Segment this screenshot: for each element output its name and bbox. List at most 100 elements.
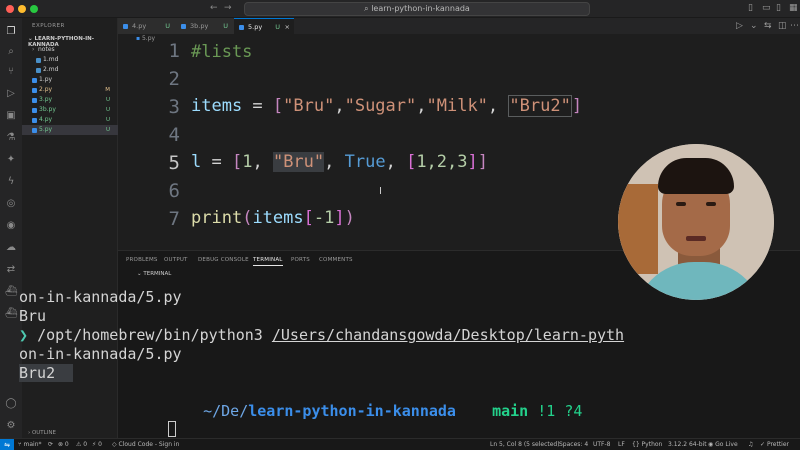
terminal-file-link[interactable]: /Users/chandansgowda/Desktop/learn-pyth <box>272 326 624 344</box>
tree-file-4py[interactable]: 4.py U <box>22 115 118 125</box>
language-mode-status[interactable]: {} Python <box>632 440 662 450</box>
python-interpreter-status[interactable]: 3.12.2 64-bit <box>668 440 707 450</box>
open-changes-icon[interactable]: ⇆ <box>764 21 772 31</box>
lightning-icon[interactable]: ϟ <box>5 176 17 188</box>
status-bar: ⇋ ⑂ main* ⟳ ⊗ 0 ⚠ 0 ⚡ 0 ◇ Cloud Code - S… <box>0 438 800 450</box>
tab-terminal[interactable]: TERMINAL <box>253 257 283 266</box>
python-file-icon <box>32 118 37 123</box>
settings-gear-icon[interactable]: ⚙ <box>5 420 17 432</box>
terminal-cursor <box>168 421 176 437</box>
python-file-icon <box>32 128 37 133</box>
line-number: 7 <box>168 208 180 230</box>
tree-folder-notes[interactable]: › notes <box>22 45 118 55</box>
line-number: 4 <box>168 124 180 146</box>
errors-status[interactable]: ⊗ 0 <box>58 440 69 450</box>
cursor-position-status[interactable]: Ln 5, Col 8 (5 selected) <box>490 440 560 450</box>
untracked-badge: U <box>105 97 110 103</box>
tab-debug-console[interactable]: DEBUG CONSOLE <box>198 257 249 263</box>
eol-status[interactable]: LF <box>618 440 625 450</box>
extensions-icon[interactable]: ▣ <box>5 110 17 122</box>
run-debug-icon[interactable]: ▷ <box>5 88 17 100</box>
minimize-window-button[interactable] <box>18 5 26 13</box>
code-line-3: items = ["Bru","Sugar","Milk", "Bru2"] <box>191 95 583 117</box>
modified-badge: M <box>105 87 110 93</box>
tab-3bpy[interactable]: 3b.py U <box>176 18 234 34</box>
untracked-badge: U <box>105 107 110 113</box>
tab-4py[interactable]: 4.py U <box>118 18 176 34</box>
line-number: 5 <box>168 152 180 174</box>
testing-icon[interactable]: ⚗ <box>5 132 17 144</box>
toggle-sidebar-icon[interactable]: ▯ <box>748 3 753 13</box>
markdown-file-icon <box>36 58 41 63</box>
command-center-search[interactable]: ⌕ learn-python-in-kannada <box>244 2 590 16</box>
ports-status[interactable]: ⚡ 0 <box>92 440 102 450</box>
ai-sparkle-icon[interactable]: ✦ <box>5 154 17 166</box>
split-editor-icon[interactable]: ◫ <box>778 21 787 31</box>
tree-file-1py[interactable]: 1.py <box>22 75 118 85</box>
warnings-status[interactable]: ⚠ 0 <box>76 440 87 450</box>
search-icon[interactable]: ⌕ <box>5 46 17 58</box>
braces-icon: {} <box>632 441 642 448</box>
source-control-icon[interactable]: ⑂ <box>5 66 17 78</box>
python-file-icon <box>32 78 37 83</box>
tree-file-3bpy[interactable]: 3b.py U <box>22 105 118 115</box>
tree-file-2py[interactable]: 2.py M <box>22 85 118 95</box>
tab-5py[interactable]: 5.py U × <box>234 18 294 34</box>
terminal-prompt-line[interactable]: ~/De/learn-python-in-kannada main !1 ?4 <box>176 402 582 420</box>
python-file-icon <box>239 25 244 30</box>
line-number: 1 <box>168 40 180 62</box>
explorer-title: EXPLORER <box>32 23 65 29</box>
tree-file-2md[interactable]: 2.md <box>22 65 118 75</box>
line-number: 3 <box>168 96 180 118</box>
python-file-icon <box>32 88 37 93</box>
code-line-7: print(items[-1]) <box>191 208 355 228</box>
account-icon[interactable]: ◯ <box>5 398 17 410</box>
prompt-chevron-icon: ❯ <box>19 326 29 344</box>
tree-file-3py[interactable]: 3.py U <box>22 95 118 105</box>
toggle-secondary-sidebar-icon[interactable]: ▯ <box>776 3 781 13</box>
prettier-status[interactable]: ✓ Prettier <box>760 440 789 450</box>
line-number: 6 <box>168 180 180 202</box>
chevron-down-icon[interactable]: ⌄ <box>750 21 758 31</box>
sync-icon[interactable]: ⟳ <box>48 440 53 450</box>
go-live-button[interactable]: ◉ Go Live <box>708 440 738 450</box>
explorer-icon[interactable]: ❐ <box>5 26 17 38</box>
remote-explorer-icon[interactable]: ◉ <box>5 220 17 232</box>
mouse-ibeam-cursor-icon: I <box>379 186 382 197</box>
code-line-1: #lists <box>191 42 253 62</box>
selected-text: "Bru" <box>272 152 325 172</box>
tab-problems[interactable]: PROBLEMS <box>126 257 158 263</box>
toggle-panel-icon[interactable]: ▭ <box>762 3 771 13</box>
docker-icon[interactable]: ⛴ <box>5 286 18 298</box>
notifications-bell-icon[interactable]: ♫ <box>748 440 753 450</box>
remote-indicator-icon[interactable]: ⇋ <box>0 439 14 450</box>
tab-ports[interactable]: PORTS <box>291 257 310 263</box>
tree-file-5py[interactable]: 5.py U <box>22 125 118 135</box>
outline-section[interactable]: › OUTLINE <box>28 430 56 436</box>
tree-file-1md[interactable]: 1.md <box>22 55 118 65</box>
forward-arrow-icon[interactable]: → <box>224 3 232 13</box>
more-actions-icon[interactable]: ⋯ <box>790 21 799 31</box>
close-icon[interactable]: × <box>285 19 290 35</box>
encoding-status[interactable]: UTF-8 <box>593 440 611 450</box>
gitlens-icon[interactable]: ◎ <box>5 198 17 210</box>
back-arrow-icon[interactable]: ← <box>210 3 218 13</box>
maximize-window-button[interactable] <box>30 5 38 13</box>
run-python-icon[interactable]: ▷ <box>736 21 743 31</box>
tab-comments[interactable]: COMMENTS <box>319 257 353 263</box>
customize-layout-icon[interactable]: ▦ <box>789 3 798 13</box>
close-window-button[interactable] <box>6 5 14 13</box>
code-line-5: l = [1, "Bru", True, [1,2,3]] <box>191 152 488 172</box>
editor-tab-bar: 4.py U 3b.py U 5.py U × ▷ ⌄ ⇆ ◫ ⋯ <box>118 18 800 34</box>
indentation-status[interactable]: Spaces: 4 <box>559 440 588 450</box>
cloud-icon[interactable]: ☁ <box>5 242 17 254</box>
terminal-line: on-in-kannada/5.py <box>19 288 182 306</box>
branch-status[interactable]: ⑂ main* <box>18 440 42 450</box>
containers-icon[interactable]: ⛴ <box>5 308 18 320</box>
live-share-icon[interactable]: ⇄ <box>5 264 17 276</box>
python-file-icon <box>123 24 128 29</box>
python-file-icon <box>32 108 37 113</box>
python-file-icon <box>32 98 37 103</box>
tab-output[interactable]: OUTPUT <box>164 257 188 263</box>
cloud-code-status[interactable]: ◇ Cloud Code - Sign in <box>112 440 179 450</box>
